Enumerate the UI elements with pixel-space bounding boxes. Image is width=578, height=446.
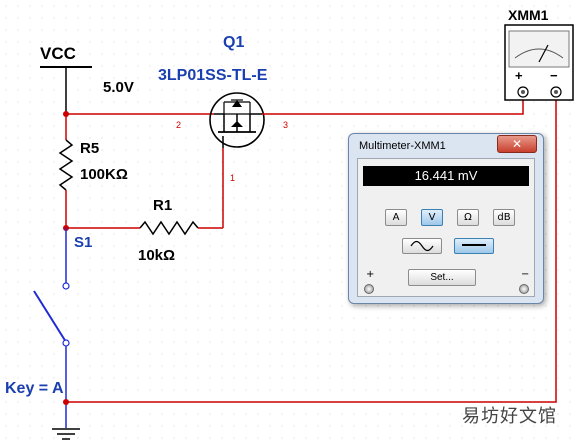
- r1-value-label: 10kΩ: [138, 247, 175, 264]
- vcc-label: VCC: [40, 44, 76, 63]
- r5-value-label: 100KΩ: [80, 166, 128, 183]
- switch-lever[interactable]: [33, 290, 67, 343]
- ground-symbol: [52, 428, 80, 440]
- terminal-plus-label: +: [366, 269, 375, 280]
- switch-contact-top: [62, 282, 70, 290]
- q1-pin-2: 2: [176, 120, 181, 130]
- sine-wave-icon: [410, 240, 434, 252]
- vcc-voltage-label: 5.0V: [103, 79, 134, 96]
- dc-button[interactable]: [454, 238, 494, 254]
- wire-drain-to-meter: [300, 100, 524, 115]
- multimeter-window[interactable]: Multimeter-XMM1 ✕ 16.441 mV A V Ω dB Set…: [348, 133, 544, 304]
- mode-button-decibel[interactable]: dB: [493, 209, 515, 226]
- set-button[interactable]: Set...: [408, 269, 476, 286]
- s1-key-label: Key = A: [5, 380, 64, 397]
- xmm1-ref-label: XMM1: [508, 7, 549, 23]
- mode-button-ohm[interactable]: Ω: [457, 209, 479, 226]
- multimeter-reading: 16.441 mV: [363, 166, 529, 186]
- s1-ref-label: S1: [74, 234, 92, 251]
- terminal-plus[interactable]: [364, 284, 374, 294]
- resistor-r5[interactable]: [58, 139, 74, 191]
- multimeter-window-title: Multimeter-XMM1: [359, 140, 446, 152]
- dc-line-icon: [462, 244, 486, 246]
- r5-ref-label: R5: [80, 140, 99, 157]
- terminal-minus-label: −: [521, 269, 530, 280]
- mode-button-ampere[interactable]: A: [385, 209, 407, 226]
- xmm1-minus-sign: −: [550, 68, 558, 83]
- mosfet-q1[interactable]: [209, 92, 265, 148]
- ac-button[interactable]: [402, 238, 442, 254]
- multimeter-icon[interactable]: [504, 24, 574, 101]
- close-button[interactable]: ✕: [497, 135, 537, 153]
- r1-ref-label: R1: [153, 197, 172, 214]
- q1-ref-label: Q1: [223, 34, 244, 51]
- terminal-minus[interactable]: [519, 284, 529, 294]
- mode-button-volt[interactable]: V: [421, 209, 443, 226]
- q1-pin-1: 1: [230, 173, 235, 183]
- xmm1-plus-sign: +: [515, 68, 523, 83]
- watermark: 易坊好文馆: [462, 406, 557, 427]
- multimeter-panel: 16.441 mV A V Ω dB Set... + −: [357, 158, 535, 297]
- resistor-r1[interactable]: [139, 220, 199, 236]
- q1-part-label: 3LP01SS-TL-E: [158, 67, 268, 84]
- q1-pin-3: 3: [283, 120, 288, 130]
- switch-contact-bottom: [62, 339, 70, 347]
